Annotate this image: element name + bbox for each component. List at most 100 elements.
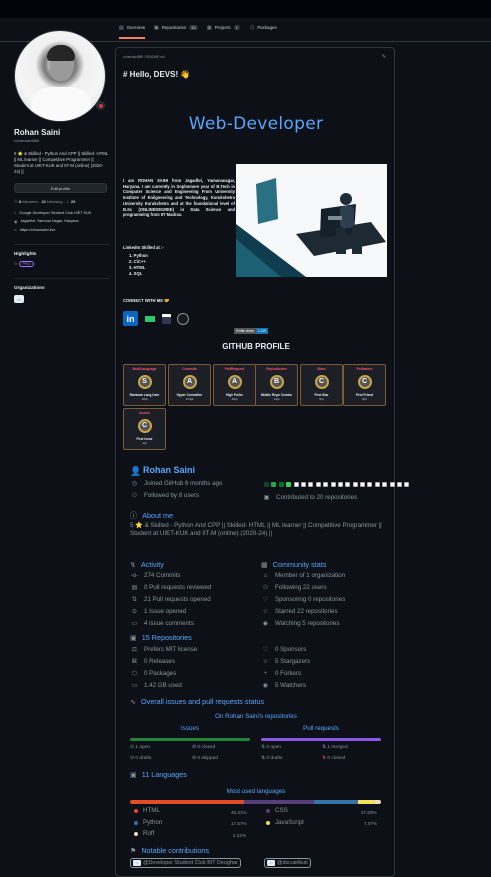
location-meta: ◉ Jagadhri, Yamuna Nagar, Haryana	[14, 219, 79, 224]
metrics-name: Rohan Saini	[143, 465, 196, 475]
prs-drafts: ⇅ 0 drafts	[261, 756, 283, 761]
tab-packages[interactable]: ⬡ Packages	[250, 25, 277, 39]
list-item: ⬡ 0 Packages	[131, 670, 177, 677]
project-icon: ▦	[207, 25, 212, 31]
following-count[interactable]: 22	[41, 199, 45, 204]
list-item: ⌘ 0 Releases	[131, 658, 175, 665]
status-emoji-button[interactable]	[96, 101, 105, 110]
book-icon: ▤	[119, 25, 124, 31]
linkedin-icon[interactable]: in	[123, 311, 138, 326]
activity-heading: ↯ Activity	[130, 560, 164, 569]
lang-roff: Roff	[134, 830, 154, 837]
building-icon: ⌂	[14, 211, 17, 215]
list-item: ⚖ Prefers MIT license	[131, 646, 198, 653]
repo-icon: ▣	[263, 494, 270, 501]
info-icon: ⓘ	[130, 511, 138, 520]
avatar[interactable]	[14, 30, 106, 122]
repo-icon: ▣	[130, 633, 137, 642]
lang-html: HTML	[134, 807, 160, 814]
lang-css-pct: 27.83%	[361, 810, 377, 815]
language-bar-segment	[243, 800, 314, 804]
tab-projects[interactable]: ▦ Projects 1	[207, 25, 240, 39]
edit-pencil-icon[interactable]: ✎	[382, 54, 386, 60]
lang-roff-pct: 2.22%	[233, 833, 247, 838]
pull-request-icon: ⇅	[131, 596, 138, 603]
repo-icon: ▣	[154, 25, 159, 31]
list-item: -o- 274 Commits	[130, 572, 181, 579]
notable-chip-dscuietkuk[interactable]: <> @dscuietkuk	[264, 858, 311, 868]
notable-heading: ⚑ Notable contributions	[130, 846, 209, 855]
profile-bio: 5 ⭐ & Skilled - Python And CPP || Skille…	[14, 151, 109, 174]
lang-css: CSS	[266, 807, 288, 814]
gdsc-logo-icon: <>	[267, 860, 275, 866]
code-icon: ▣	[130, 770, 137, 779]
list-item: 4. SQL	[129, 271, 143, 276]
prs-open: ⇅ 0 open	[261, 745, 282, 750]
joined-row: ◷ Joined GitHub 6 months ago	[131, 480, 223, 487]
trophy-followers: Followers C First Friend 8pt	[343, 364, 386, 406]
language-bar-segment	[313, 800, 358, 804]
hackerrank-icon[interactable]	[144, 314, 156, 323]
commit-icon: -o-	[130, 572, 139, 579]
most-used-label: Most used languages	[226, 788, 286, 795]
star-icon: ☆	[262, 658, 269, 665]
list-item: ▭ 4 issue comments	[131, 620, 194, 627]
list-item: ⑂ 0 Forkers	[261, 670, 302, 677]
database-icon: ▭	[131, 682, 138, 689]
list-item: ☆ Starred 22 repositories	[262, 608, 338, 615]
trophy-issues: Issues C First Issue 1pt	[123, 408, 166, 450]
hackerearth-icon[interactable]	[162, 313, 171, 324]
readme-path[interactable]: rohansaini888 / README.md	[123, 55, 165, 59]
prs-closed: ⇅ 0 closed	[322, 756, 346, 761]
people-icon: ⚇	[14, 199, 18, 204]
follow-stats: ⚇ 8 followers · 22 following · ☆ 20	[14, 199, 76, 204]
list-item: ◉ Watching 5 repositories	[262, 620, 340, 627]
issues-drafts: ⊙ 0 drafts	[130, 756, 152, 761]
organization-icon: ⌂	[263, 572, 268, 579]
developer-illustration	[236, 164, 387, 277]
language-bar-segment	[375, 800, 381, 804]
link-icon: ∞	[14, 228, 17, 232]
profile-sidebar: Rohan Saini rohansaini888 5 ⭐ & Skilled …	[14, 30, 109, 303]
people-icon: ⚇	[131, 492, 138, 499]
readme-hello-heading: # Hello, DEVS! 👋	[123, 70, 191, 79]
package-icon: ⬡	[131, 670, 138, 677]
tab-overview[interactable]: ▤ Overview	[119, 25, 146, 39]
list-item: ▭ 1.42 GB used	[131, 682, 182, 689]
issue-icon: ⊙	[131, 608, 138, 615]
website-meta[interactable]: ∞ https://rohansaini.live	[14, 228, 109, 232]
languages-heading: ▣ 11 Languages	[130, 770, 187, 779]
fork-icon: ⑂	[263, 670, 268, 677]
clock-icon: ◷	[131, 480, 138, 487]
stars-count[interactable]: 20	[71, 199, 75, 204]
star-icon: ☆	[66, 199, 70, 204]
tab-repositories[interactable]: ▣ Repositories 15	[154, 25, 198, 39]
lang-html-pct: 45.31%	[231, 810, 247, 815]
lang-python: Python	[134, 819, 162, 826]
edit-profile-button[interactable]: Edit profile	[14, 183, 107, 193]
pro-badge: PRO	[19, 261, 34, 267]
notable-chip-dsc-bit[interactable]: <> @Developer Student Club BIT Deoghar	[130, 858, 241, 868]
package-icon: ⬡	[250, 25, 255, 31]
organizations-heading: Organizations	[14, 278, 109, 290]
trophy-pullrequest: PullRequest A High Puller 20pt	[213, 364, 256, 406]
list-item: ☆ 5 Stargazers	[262, 658, 311, 665]
community-icon: ▦	[261, 560, 268, 569]
github-icon[interactable]	[177, 312, 189, 325]
languages-bar	[130, 800, 381, 804]
prs-label: Pull requests	[303, 725, 339, 732]
readme-about-text: I am ROHAN SAINI from Jagadhri, Yamunana…	[123, 178, 235, 218]
trophy-repositories: Repositories B Middle Repo Creator 14pt	[255, 364, 298, 406]
heart-icon: ♡	[262, 596, 269, 603]
trophy-multilanguage: MultiLanguage S Rainbow Lang User 10pt	[123, 364, 166, 406]
github-profile-heading: GITHUB PROFILE	[222, 342, 290, 351]
activity-icon: ↯	[130, 560, 137, 569]
followers-count[interactable]: 8	[19, 199, 21, 204]
location-icon: ◉	[14, 220, 18, 224]
org-avatar-gdsc[interactable]: <>	[14, 295, 24, 303]
trophy-commits: Commits A Hyper Committer 274pt	[168, 364, 211, 406]
list-item: ♡ Sponsoring 0 repositories	[262, 596, 346, 603]
skills-list: 1. Python 2. C\C++ 3. HTML 4. SQL	[129, 253, 148, 277]
list-item: ◉ 5 Watchers	[262, 682, 307, 689]
star-icon: ☆	[262, 608, 269, 615]
